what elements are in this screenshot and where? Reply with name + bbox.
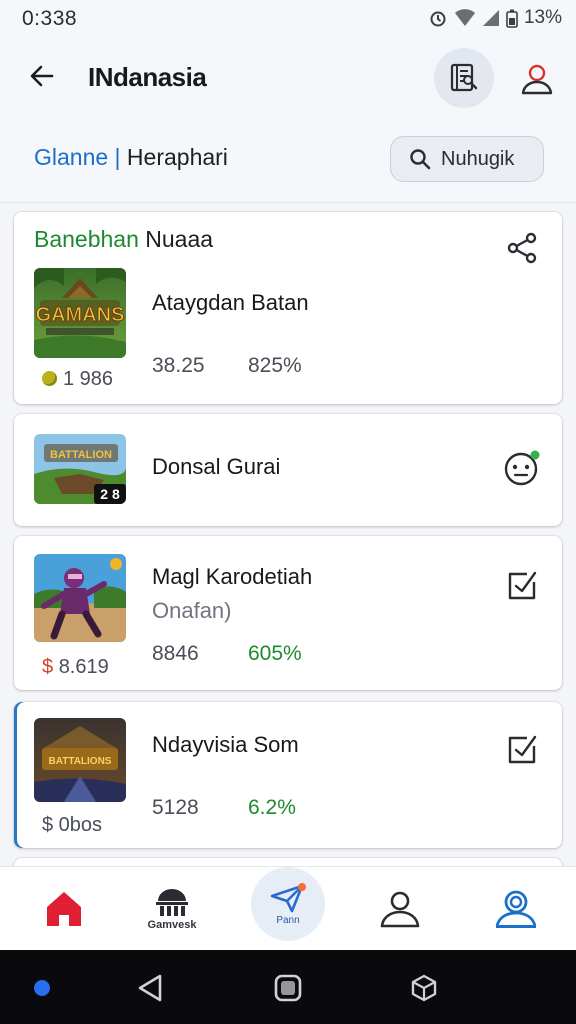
- section-title-secondary: Heraphari: [126, 144, 228, 170]
- status-icons: 13%: [428, 7, 562, 29]
- thumbnail-badge: 2 8: [100, 486, 120, 502]
- game-stat-percent: 605%: [248, 642, 302, 665]
- card-header-secondary: Nuaaa: [145, 226, 214, 252]
- signal-icon: [482, 10, 499, 26]
- status-time: 0:338: [22, 7, 78, 30]
- chat-button[interactable]: [502, 448, 542, 488]
- card-header-primary: Banebhan: [34, 226, 139, 252]
- nav-profile[interactable]: [350, 867, 450, 951]
- library-button[interactable]: [434, 48, 494, 108]
- checkbox-arrow-icon: [508, 735, 537, 764]
- wifi-icon: [454, 9, 475, 26]
- chat-bot-icon: [504, 450, 540, 486]
- bottom-nav: Gamvesk Pann: [0, 866, 576, 951]
- nav-games-label: Gamvesk: [147, 919, 197, 931]
- game-title: Ataygdan Batan: [152, 290, 309, 315]
- game-title: Donsal Gurai: [152, 454, 281, 479]
- cube-recents-icon: [411, 974, 437, 1002]
- game-thumbnail[interactable]: GAMANS: [34, 268, 126, 358]
- game-title: Ndayvisia Som: [152, 732, 299, 757]
- thumbnail-title: BATTALION: [50, 449, 112, 461]
- system-recents-button[interactable]: [404, 968, 444, 1008]
- app-bar: INdanasia: [0, 36, 576, 122]
- game-card[interactable]: BATTALION 2 8 Donsal Gurai: [14, 414, 562, 526]
- currency-symbol: $: [42, 656, 54, 678]
- alarm-icon: [430, 11, 446, 27]
- price-value: 8.619: [58, 656, 109, 678]
- coin-icon: [42, 371, 57, 386]
- game-price: $ 0bos: [42, 814, 103, 836]
- nav-home[interactable]: [14, 867, 114, 951]
- nav-account[interactable]: [466, 867, 566, 951]
- search-button[interactable]: Nuhugik: [390, 136, 544, 182]
- status-bar: 0:338 13%: [0, 0, 576, 36]
- card-header: Banebhan Nuaaa: [34, 226, 213, 253]
- profile-button[interactable]: [514, 56, 560, 102]
- filter-row: Glanne | Heraphari Nuhugik: [0, 122, 576, 203]
- price-value: 1 986: [63, 368, 114, 390]
- send-icon: [270, 882, 306, 912]
- page-title: INdanasia: [88, 62, 207, 92]
- battery-percent: 13%: [523, 7, 562, 28]
- game-stat-value: 38.25: [152, 354, 205, 377]
- game-card[interactable]: Banebhan Nuaaa GAMANS Ataygdan Batan 38.…: [14, 212, 562, 404]
- game-price: $ 8.619: [42, 656, 109, 679]
- game-price: 1 986: [42, 368, 113, 391]
- game-title: Magl Karodetiah: [152, 564, 313, 589]
- assistant-button[interactable]: [22, 968, 62, 1008]
- back-button[interactable]: [22, 56, 62, 96]
- arrow-left-icon: [30, 65, 54, 87]
- thumbnail-title: GAMANS: [36, 304, 125, 326]
- share-button[interactable]: [502, 228, 542, 268]
- thumbnail-title: BATTALIONS: [49, 756, 112, 767]
- search-label: Nuhugik: [441, 147, 515, 170]
- game-thumbnail[interactable]: [34, 554, 126, 642]
- game-stat-percent: 825%: [248, 354, 302, 377]
- game-subtitle: Onafan): [152, 598, 232, 623]
- nav-send[interactable]: Pann: [251, 867, 325, 941]
- game-card[interactable]: Magl Karodetiah Onafan) 8846 605% $ 8.61…: [14, 536, 562, 690]
- person-icon: [380, 891, 420, 928]
- section-title-primary: Glanne |: [34, 144, 121, 170]
- share-icon: [507, 232, 537, 264]
- assistant-dot-icon: [34, 980, 50, 996]
- book-icon: [450, 63, 478, 92]
- game-stat-value: 8846: [152, 642, 199, 665]
- system-back-button[interactable]: [130, 968, 170, 1008]
- game-stat-value: 5128: [152, 796, 199, 819]
- triangle-back-icon: [138, 974, 162, 1002]
- open-button[interactable]: [502, 566, 542, 606]
- game-card[interactable]: BATTALIONS Ndayvisia Som 5128 6.2% $ 0bo…: [14, 702, 562, 848]
- search-icon: [410, 149, 431, 170]
- game-thumbnail[interactable]: BATTALION 2 8: [34, 434, 126, 504]
- system-home-button[interactable]: [268, 968, 308, 1008]
- section-title: Glanne | Heraphari: [34, 144, 228, 171]
- game-thumbnail[interactable]: BATTALIONS: [34, 718, 126, 802]
- account-circle-icon: [495, 890, 537, 928]
- checkbox-arrow-icon: [508, 571, 537, 600]
- square-home-icon: [274, 974, 302, 1002]
- store-icon: [156, 889, 188, 916]
- game-stat-percent: 6.2%: [248, 796, 296, 819]
- open-button[interactable]: [502, 730, 542, 770]
- system-nav-bar: [0, 950, 576, 1024]
- user-icon: [521, 64, 553, 95]
- battery-icon: [506, 9, 518, 28]
- nav-send-label: Pann: [276, 914, 300, 926]
- nav-games[interactable]: Gamvesk: [122, 867, 222, 951]
- home-icon: [47, 892, 81, 926]
